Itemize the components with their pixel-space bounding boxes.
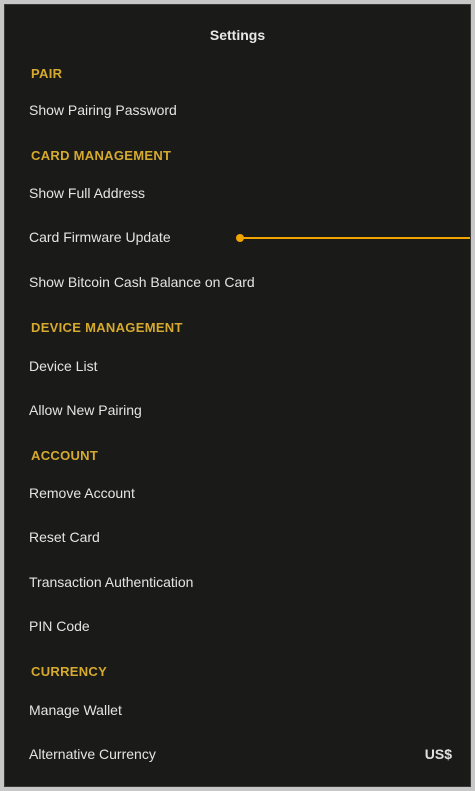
alternative-currency-item[interactable]: Alternative Currency US$ — [29, 734, 470, 774]
page-title: Settings — [209, 27, 266, 43]
section-header-device-management: DEVICE MANAGEMENT — [31, 320, 183, 335]
manage-wallet-item[interactable]: Manage Wallet — [29, 690, 470, 730]
show-bitcoin-cash-balance-label: Show Bitcoin Cash Balance on Card — [29, 274, 255, 290]
section-header-card-management: CARD MANAGEMENT — [31, 148, 172, 163]
manage-wallet-label: Manage Wallet — [29, 702, 122, 718]
section-header-account: ACCOUNT — [31, 448, 99, 463]
show-full-address-label: Show Full Address — [29, 185, 145, 201]
allow-new-pairing-label: Allow New Pairing — [29, 402, 142, 418]
pin-code-item[interactable]: PIN Code — [29, 606, 470, 646]
transaction-authentication-item[interactable]: Transaction Authentication — [29, 562, 470, 602]
section-header-pair: PAIR — [31, 66, 63, 81]
alternative-currency-value: US$ — [424, 746, 452, 762]
card-firmware-update-label: Card Firmware Update — [29, 229, 171, 245]
reset-card-label: Reset Card — [29, 529, 100, 545]
callout-line — [242, 237, 470, 239]
transaction-authentication-label: Transaction Authentication — [29, 574, 194, 590]
device-list-label: Device List — [29, 358, 98, 374]
reset-card-item[interactable]: Reset Card — [29, 517, 470, 557]
show-bitcoin-cash-balance-item[interactable]: Show Bitcoin Cash Balance on Card — [29, 262, 470, 302]
show-pairing-password-item[interactable]: Show Pairing Password — [29, 90, 470, 130]
device-list-item[interactable]: Device List — [29, 346, 470, 386]
remove-account-item[interactable]: Remove Account — [29, 473, 470, 513]
show-pairing-password-label: Show Pairing Password — [29, 102, 177, 118]
settings-screen: Settings PAIR Show Pairing Password CARD… — [4, 4, 471, 787]
allow-new-pairing-item[interactable]: Allow New Pairing — [29, 390, 470, 430]
pin-code-label: PIN Code — [29, 618, 90, 634]
alternative-currency-label: Alternative Currency — [29, 746, 156, 762]
show-full-address-item[interactable]: Show Full Address — [29, 173, 470, 213]
remove-account-label: Remove Account — [29, 485, 135, 501]
section-header-currency: CURRENCY — [31, 664, 108, 679]
